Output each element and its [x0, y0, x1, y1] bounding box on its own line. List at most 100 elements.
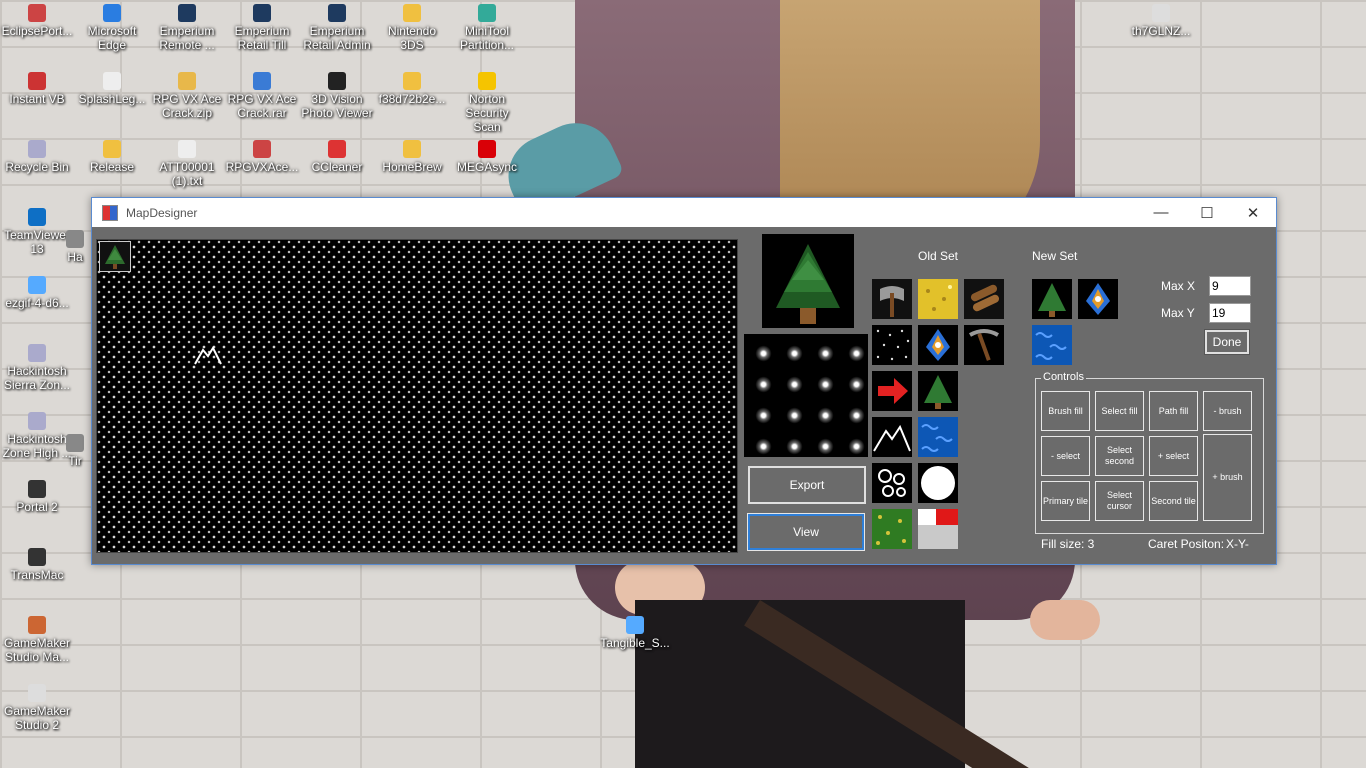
new-ship-tile[interactable]	[1078, 279, 1118, 319]
plus-brush-button[interactable]: + brush	[1203, 434, 1252, 521]
desktop-icon-label: MEGAsync	[456, 160, 517, 174]
desktop-icon[interactable]: Emperium Remote ...	[150, 4, 224, 52]
desktop-icon[interactable]: Portal 2	[0, 480, 74, 514]
desktop-icon[interactable]: TransMac	[0, 548, 74, 582]
map-canvas[interactable]	[96, 239, 738, 553]
folder-icon	[403, 72, 421, 90]
desktop-icon[interactable]: Hackintosh Sierra Zon...	[0, 344, 74, 392]
desktop-icon[interactable]: th7GLNZ...	[1124, 4, 1198, 38]
mountain-icon[interactable]	[193, 340, 223, 368]
desktop-icon[interactable]: ATT00001 (1).txt	[150, 140, 224, 188]
stars-tile[interactable]	[872, 325, 912, 365]
arrow-tile[interactable]	[872, 371, 912, 411]
tree-tile[interactable]	[918, 371, 958, 411]
desktop-icon-label: Release	[89, 160, 135, 174]
minitool-icon	[478, 4, 496, 22]
desktop-icon[interactable]: Tangible_S...	[598, 616, 672, 650]
minimize-button[interactable]: —	[1138, 198, 1184, 227]
desktop-icon[interactable]: EclipsePort...	[0, 4, 74, 38]
norton-icon	[478, 72, 496, 90]
desktop-icon-label: Portal 2	[16, 500, 58, 514]
wood-tile[interactable]	[964, 279, 1004, 319]
desktop-icon[interactable]: 3D Vision Photo Viewer	[300, 72, 374, 120]
circle-tile[interactable]	[918, 463, 958, 503]
nvidia-icon	[328, 72, 346, 90]
desktop-icon-label: Tangible_S...	[600, 636, 670, 650]
desktop-icon[interactable]: Recycle Bin	[0, 140, 74, 174]
close-button[interactable]: ✕	[1230, 198, 1276, 227]
desktop-icon[interactable]: SplashLeg...	[75, 72, 149, 106]
desktop-icon-label: CCleaner	[311, 160, 363, 174]
selected-tile-preview	[762, 234, 854, 328]
desktop-icon[interactable]: RPGVXAce...	[225, 140, 299, 174]
teamviewer-icon	[28, 208, 46, 226]
desktop-icon[interactable]: Norton Security Scan	[450, 72, 524, 134]
background-tile-preview	[744, 334, 868, 457]
tree-icon[interactable]	[99, 241, 131, 272]
minus-brush-button[interactable]: - brush	[1203, 391, 1252, 431]
max-x-label: Max X	[1161, 279, 1196, 293]
desktop-icon[interactable]: Emperium Retail Admin	[300, 4, 374, 52]
second-tile-button[interactable]: Second tile	[1149, 481, 1198, 521]
desktop-icon-label: Recycle Bin	[5, 160, 69, 174]
desktop-icon[interactable]: RPG VX Ace Crack.rar	[225, 72, 299, 120]
export-button[interactable]: Export	[748, 466, 866, 504]
new-water-tile[interactable]	[1032, 325, 1072, 365]
max-x-input[interactable]	[1209, 276, 1251, 296]
brush-fill-button[interactable]: Brush fill	[1041, 391, 1090, 431]
max-y-input[interactable]	[1209, 303, 1251, 323]
gold-tile[interactable]	[918, 279, 958, 319]
emperium-icon	[328, 4, 346, 22]
desktop-icon[interactable]: MEGAsync	[450, 140, 524, 174]
select-fill-button[interactable]: Select fill	[1095, 391, 1144, 431]
done-button[interactable]: Done	[1204, 329, 1250, 355]
desktop-icon[interactable]: Tir	[60, 434, 90, 468]
desktop-icon-label: GameMaker Studio Ma...	[3, 636, 71, 664]
caret-position-label: Caret Positon:	[1148, 537, 1225, 551]
water-tile[interactable]	[918, 417, 958, 457]
desktop-icon[interactable]: ezgif-4-d6...	[0, 276, 74, 310]
ship-tile[interactable]	[918, 325, 958, 365]
desktop-icon[interactable]: Ha	[60, 230, 90, 264]
desktop-icon-label: Microsoft Edge	[87, 24, 137, 52]
desktop-icon[interactable]: CCleaner	[300, 140, 374, 174]
desktop-icon[interactable]: GameMaker Studio Ma...	[0, 616, 74, 664]
grass-tile[interactable]	[872, 509, 912, 549]
image-file-icon	[28, 276, 46, 294]
minus-select-button[interactable]: - select	[1041, 436, 1090, 476]
maximize-button[interactable]: ☐	[1184, 198, 1230, 227]
desktop-icon[interactable]: Nintendo 3DS	[375, 4, 449, 52]
plus-select-button[interactable]: + select	[1149, 436, 1198, 476]
ccleaner-icon	[328, 140, 346, 158]
mountain-tile[interactable]	[872, 417, 912, 457]
select-cursor-button[interactable]: Select cursor	[1095, 481, 1144, 521]
desktop-icon[interactable]: f38d72b2e...	[375, 72, 449, 106]
desktop-icon[interactable]: HomeBrew	[375, 140, 449, 174]
zip-icon	[178, 72, 196, 90]
select-second-button[interactable]: Select second	[1095, 436, 1144, 476]
desktop-icon[interactable]: Emperium Retail Till	[225, 4, 299, 52]
portal-icon	[28, 480, 46, 498]
desktop-icon[interactable]: GameMaker Studio 2	[0, 684, 74, 732]
primary-tile-button[interactable]: Primary tile	[1041, 481, 1090, 521]
cloud-tile[interactable]	[872, 463, 912, 503]
axe-tile[interactable]	[872, 279, 912, 319]
desktop-icon[interactable]: RPG VX Ace Crack.zip	[150, 72, 224, 120]
new-tree-tile[interactable]	[1032, 279, 1072, 319]
desktop-icon-label: HomeBrew	[382, 160, 442, 174]
red-corner-tile[interactable]	[918, 509, 958, 549]
desktop-icon[interactable]: Release	[75, 140, 149, 174]
desktop-icon-label: RPGVXAce...	[225, 160, 299, 174]
desktop-icon[interactable]: Instant VB	[0, 72, 74, 106]
disc-image-icon	[28, 412, 46, 430]
desktop-icon[interactable]: Microsoft Edge	[75, 4, 149, 52]
pickaxe-tile[interactable]	[964, 325, 1004, 365]
desktop-icon-label: ATT00001 (1).txt	[159, 160, 215, 188]
path-fill-button[interactable]: Path fill	[1149, 391, 1198, 431]
caret-position-value: X-Y-	[1226, 537, 1249, 551]
title-bar[interactable]: MapDesigner — ☐ ✕	[92, 198, 1276, 227]
desktop-icon[interactable]: MiniTool Partition...	[450, 4, 524, 52]
folder-icon	[403, 4, 421, 22]
desktop-icon-label: RPG VX Ace Crack.zip	[152, 92, 222, 120]
view-button[interactable]: View	[747, 513, 865, 551]
